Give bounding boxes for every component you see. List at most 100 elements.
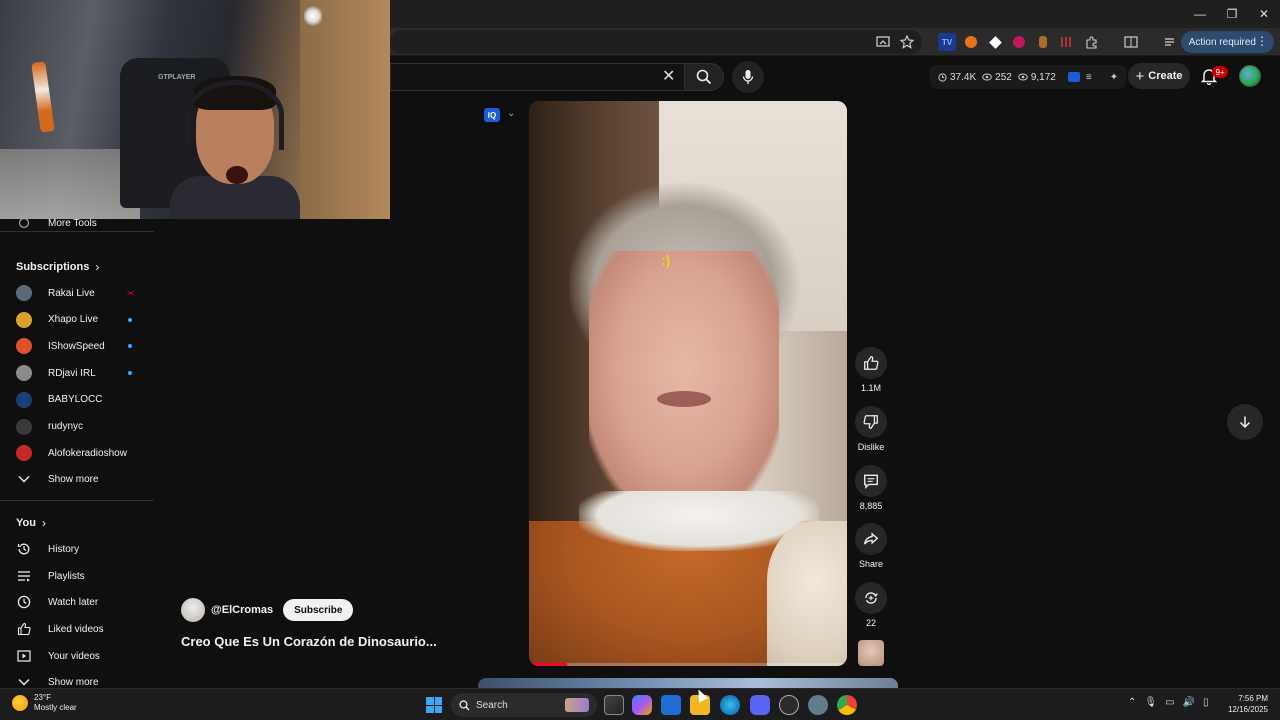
sidebar-item-subscription[interactable]: rudynyc (0, 414, 154, 440)
edge-icon[interactable] (720, 695, 740, 715)
tradingview-extension-icon[interactable]: TV (938, 33, 956, 51)
short-title[interactable]: Creo Que Es Un Corazón de Dinosaurio... (181, 634, 437, 649)
sidebar-item-watch-later[interactable]: Watch later (0, 589, 154, 615)
channel-avatar (16, 285, 32, 301)
sidebar-item-subscription[interactable]: Rakai Live (0, 280, 154, 306)
volume-icon[interactable]: 🔊 (1183, 697, 1195, 708)
discord-icon[interactable] (750, 695, 770, 715)
sidebar-item-playlists[interactable]: Playlists (0, 563, 154, 589)
red-badge-extension-icon[interactable] (1010, 33, 1028, 51)
task-view-icon[interactable] (604, 695, 624, 715)
sidebar-item-subscription[interactable]: IShowSpeed (0, 333, 154, 359)
comment-count: 8,885 (859, 501, 883, 511)
queue-icon[interactable] (1162, 33, 1180, 51)
next-short-button[interactable] (1227, 404, 1263, 440)
sidebar-item-label: History (48, 543, 80, 555)
sidebar-item-subscription[interactable]: Xhapo Live (0, 307, 154, 333)
orange-extension-icon[interactable] (962, 33, 980, 51)
sidebar-item-subscription[interactable]: RDjavi IRL (0, 360, 154, 386)
clock-time: 7:56 PM (1238, 694, 1268, 703)
sidebar-item-subscription[interactable]: Alofokeradioshow (0, 440, 154, 466)
sidebar-item-label: Playlists (48, 570, 85, 582)
iq-extension-badge[interactable]: IQ (484, 108, 500, 122)
channel-avatar (16, 418, 32, 435)
audio-source-thumbnail[interactable] (858, 640, 884, 666)
sidebar-item-history[interactable]: History (0, 536, 154, 562)
share-icon (864, 532, 879, 545)
reading-list-icon[interactable] (1122, 33, 1140, 51)
settings-icon[interactable] (808, 695, 828, 715)
voice-search-button[interactable] (732, 61, 764, 93)
diamond-extension-icon[interactable] (986, 33, 1004, 51)
sidebar-item-label: BABYLOCC (48, 394, 103, 406)
like-button[interactable] (855, 347, 887, 379)
short-video-player[interactable] (529, 101, 847, 666)
sidebar-item-label: IShowSpeed (48, 340, 105, 352)
chevron-down-icon (16, 471, 32, 487)
chevron-up-icon[interactable]: ⌃ (1128, 697, 1136, 708)
minimize-button[interactable]: — (1184, 0, 1216, 28)
microphone-icon[interactable]: 🎙 (1144, 697, 1157, 708)
thumbs-up-icon (16, 621, 32, 637)
views-count: 37.4K (950, 71, 977, 83)
search-icon (459, 699, 470, 710)
dislike-button[interactable] (855, 406, 887, 438)
screen: — ❐ ✕ TV Action required ⋮ ✕ 37.4K 252 9… (0, 0, 1280, 720)
address-bar[interactable] (390, 30, 922, 54)
list-icon[interactable]: ≡ (1086, 72, 1092, 83)
system-tray: ⌃ 🎙 ▭ 🔊 ▯ (1128, 697, 1209, 708)
taskbar-clock[interactable]: 7:56 PM 12/16/2025 (1228, 693, 1268, 715)
sidebar-item-your-videos[interactable]: Your videos (0, 643, 154, 669)
sidebar-item-more-tools[interactable]: More Tools (0, 210, 154, 236)
channel-avatar[interactable] (181, 598, 205, 622)
short-channel-row: @ElCromas Subscribe (181, 598, 354, 622)
sidebar-item-label: Your videos (48, 650, 100, 662)
extension-icons: TV (874, 28, 1204, 56)
sidebar-item-subscription[interactable]: BABYLOCC (0, 387, 154, 413)
sidebar-item-label: RDjavi IRL (48, 367, 96, 379)
chrome-icon[interactable] (837, 695, 857, 715)
search-input[interactable] (390, 63, 684, 91)
tools-icon (16, 215, 32, 231)
account-avatar[interactable] (1239, 65, 1261, 87)
network-icon[interactable]: ▭ (1165, 697, 1174, 708)
show-more-subscriptions[interactable]: Show more (0, 466, 154, 492)
sidebar-item-liked-videos[interactable]: Liked videos (0, 616, 154, 642)
weather-widget[interactable]: 23°F Mostly clear (12, 693, 77, 713)
channel-handle[interactable]: @ElCromas (211, 604, 273, 616)
clear-search-icon[interactable]: ✕ (662, 66, 675, 86)
brown-extension-icon[interactable] (1034, 33, 1052, 51)
start-button[interactable] (426, 697, 442, 713)
comments-button[interactable] (855, 465, 887, 497)
search-button[interactable] (684, 63, 724, 91)
restore-button[interactable]: ❐ (1216, 0, 1248, 28)
share-button[interactable] (855, 523, 887, 555)
cast-icon[interactable] (874, 33, 892, 51)
action-required-button[interactable]: Action required ⋮ (1180, 31, 1274, 53)
remix-icon (865, 592, 878, 604)
puzzle-extensions-icon[interactable] (1082, 33, 1100, 51)
subscriptions-heading-label: Subscriptions (16, 261, 90, 273)
taskbar-search[interactable]: Search (451, 693, 597, 717)
show-more-label: Show more (48, 473, 99, 485)
video-progress-bar[interactable] (529, 663, 847, 666)
new-content-dot (128, 371, 132, 376)
bars-extension-icon[interactable] (1058, 33, 1076, 51)
iq-extension-icon[interactable] (1067, 72, 1080, 82)
thumbs-down-icon (863, 415, 878, 429)
bookmark-star-icon[interactable] (898, 33, 916, 51)
copilot-icon[interactable] (632, 695, 652, 715)
close-button[interactable]: ✕ (1248, 0, 1280, 28)
channel-avatar (16, 445, 32, 462)
create-button[interactable]: + Create (1128, 63, 1190, 89)
sidebar-divider (0, 231, 154, 232)
outlook-icon[interactable] (661, 695, 681, 715)
you-heading[interactable]: You › (16, 516, 46, 530)
chevron-down-icon[interactable]: ⌄ (507, 108, 515, 119)
subscribe-button[interactable]: Subscribe (283, 599, 354, 621)
remix-button[interactable] (855, 582, 887, 614)
battery-icon[interactable]: ▯ (1203, 697, 1209, 708)
subscriptions-heading[interactable]: Subscriptions › (16, 260, 99, 274)
app-icon[interactable] (779, 695, 799, 715)
pin-icon[interactable]: ✦ (1110, 72, 1118, 83)
